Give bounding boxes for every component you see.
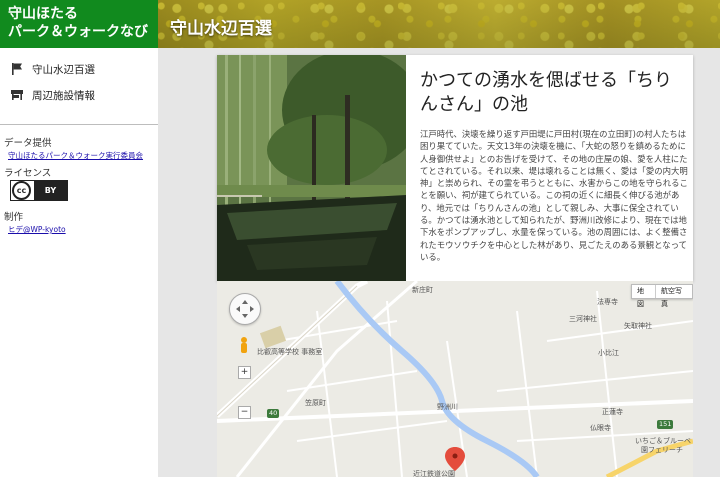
map-label: 近江鉄道公園 (413, 470, 455, 477)
sidebar-item-label: 周辺施設情報 (32, 89, 95, 102)
map-type-control: 地図 航空写真 (631, 284, 693, 308)
map-pan-control[interactable] (229, 293, 261, 325)
site-logo[interactable]: 守山ほたる パーク＆ウォークなび (0, 0, 158, 48)
pan-arrows-icon (236, 300, 254, 318)
map-label: 仏眼寺 (590, 424, 611, 432)
sidebar-item-facilities[interactable]: 周辺施設情報 (0, 82, 158, 108)
cc-by-license-badge[interactable]: cc BY (10, 180, 68, 201)
sidebar-divider (0, 124, 158, 125)
page-title: 守山水辺百選 (170, 19, 272, 39)
data-provider-link[interactable]: 守山ほたるパーク＆ウォーク実行委員会 (8, 150, 158, 161)
map-label: 笠原町 (305, 399, 326, 407)
spot-card: かつての湧水を偲ばせる「ちりんさん」の池 江戸時代、決壊を繰り返す戸田堤に戸田村… (217, 55, 693, 281)
site-title-line1: 守山ほたる (8, 6, 78, 22)
spot-description: 江戸時代、決壊を繰り返す戸田堤に戸田村(現在の立田町)の村人たちは困り果てていた… (420, 129, 688, 262)
map-label: 比叡高等学校 事務室 (257, 348, 323, 356)
site-title-line2: パーク＆ウォークなび (8, 24, 148, 40)
map-label: 法専寺 (597, 298, 618, 306)
store-icon (11, 90, 23, 100)
map-label: 園フェリーチ (641, 446, 683, 454)
map-label: 正蓮寺 (602, 408, 623, 416)
flag-icon (12, 63, 22, 75)
spot-title: かつての湧水を偲ばせる「ちりんさん」の池 (420, 70, 672, 115)
map-label: 小比江 (598, 349, 619, 357)
map-type-roadmap[interactable]: 地図 (632, 285, 655, 308)
zoom-in-button[interactable]: + (238, 366, 251, 379)
header-banner: 守山水辺百選 (158, 0, 720, 48)
sidebar: 守山水辺百選 周辺施設情報 データ提供 守山ほたるパーク＆ウォーク実行委員会 ラ… (0, 48, 158, 477)
map-label: 三河神社 (569, 315, 597, 323)
route-badge: 151 (657, 420, 674, 429)
license-label: ライセンス (4, 168, 52, 179)
route-badge: 40 (267, 409, 280, 418)
map-view[interactable]: + − 地図 航空写真 新庄町 法専寺 三河神社 矢取神社 小比江 比叡高等学校… (217, 281, 693, 477)
sidebar-item-mizube[interactable]: 守山水辺百選 (0, 56, 158, 82)
map-label: 新庄町 (412, 286, 433, 294)
sidebar-item-label: 守山水辺百選 (32, 63, 95, 76)
data-provider-label: データ提供 (4, 138, 52, 149)
map-label: 野洲川 (437, 403, 458, 411)
map-label: 矢取神社 (624, 322, 652, 330)
credit-label: 制作 (4, 212, 24, 223)
by-icon: BY (34, 181, 67, 200)
credit-link[interactable]: ヒデ@WP-kyoto (8, 224, 158, 235)
pond-photo (217, 55, 406, 281)
map-type-satellite[interactable]: 航空写真 (655, 285, 692, 308)
zoom-out-button[interactable]: − (238, 406, 251, 419)
cc-icon: cc (12, 181, 31, 200)
